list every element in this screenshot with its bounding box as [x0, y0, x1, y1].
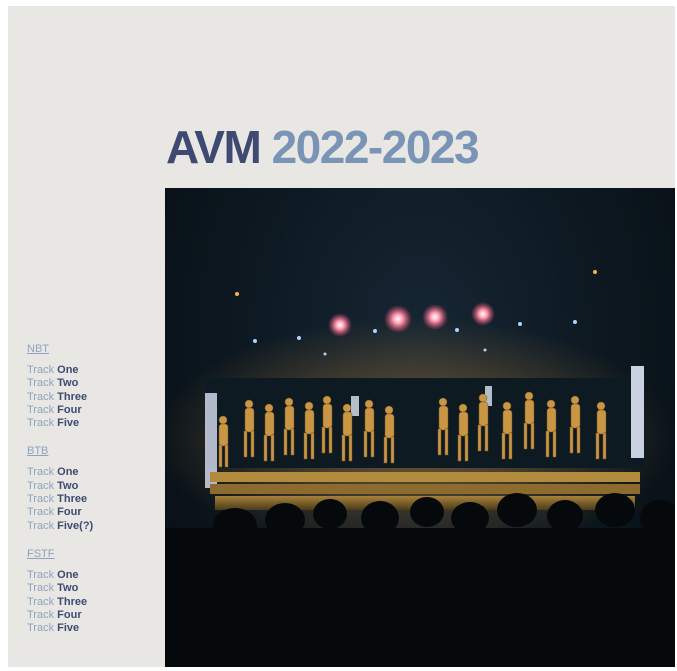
track-item: Track One — [27, 569, 157, 582]
track-number: Two — [57, 582, 79, 595]
track-item: Track Three — [27, 596, 157, 609]
track-number: Two — [57, 479, 79, 492]
album-cover: AVM 2022-2023 NBT Track One Track Two Tr… — [8, 6, 675, 667]
track-item: Track One — [27, 364, 157, 377]
tracklist-section-btb: BTB Track One Track Two Track Three Trac… — [27, 444, 157, 532]
track-item: Track Four — [27, 609, 157, 622]
track-item: Track Five — [27, 417, 157, 430]
track-item: Track Four — [27, 506, 157, 519]
track-prefix: Track — [27, 466, 55, 479]
track-number: Four — [57, 403, 82, 416]
tracklist-section-nbt: NBT Track One Track Two Track Three Trac… — [27, 342, 157, 430]
track-prefix: Track — [27, 390, 55, 403]
section-label: NBT — [27, 343, 49, 355]
album-title-years: 2022-2023 — [271, 121, 480, 173]
track-prefix: Track — [27, 364, 55, 376]
stage-photo — [165, 188, 675, 667]
track-item: Track Three — [27, 391, 157, 404]
track-item: Track Two — [27, 480, 157, 493]
track-prefix: Track — [27, 582, 55, 595]
track-prefix: Track — [27, 608, 55, 621]
album-title-avm: AVM — [166, 121, 262, 173]
track-prefix: Track — [27, 479, 55, 492]
track-item: Track One — [27, 466, 157, 479]
track-prefix: Track — [27, 377, 55, 390]
track-item: Track Three — [27, 493, 157, 506]
track-number: Five(?) — [57, 519, 94, 532]
track-number: Three — [57, 493, 88, 506]
section-label: FSTF — [27, 547, 55, 560]
album-title: AVM 2022-2023 — [166, 121, 480, 173]
track-prefix: Track — [27, 519, 55, 532]
track-number: Three — [57, 595, 88, 608]
tracklist: NBT Track One Track Two Track Three Trac… — [27, 342, 157, 649]
track-item: Track Two — [27, 582, 157, 595]
track-number: Five — [57, 622, 80, 635]
track-prefix: Track — [27, 493, 55, 506]
track-prefix: Track — [27, 568, 55, 581]
track-number: One — [57, 466, 79, 479]
section-label: BTB — [27, 445, 49, 458]
track-prefix: Track — [27, 506, 55, 519]
track-item: Track Four — [27, 404, 157, 417]
track-item: Track Two — [27, 377, 157, 390]
tracklist-section-fstf: FSTF Track One Track Two Track Three Tra… — [27, 547, 157, 635]
track-number: Four — [57, 506, 82, 519]
track-prefix: Track — [27, 595, 55, 608]
stage-performance-image — [165, 270, 675, 667]
track-prefix: Track — [27, 622, 55, 635]
track-number: Four — [57, 608, 82, 621]
track-number: Three — [57, 390, 88, 403]
track-prefix: Track — [27, 403, 55, 416]
track-number: One — [57, 568, 79, 581]
track-number: Five — [57, 417, 80, 430]
track-item: Track Five — [27, 622, 157, 635]
track-number: Two — [57, 377, 79, 390]
track-item: Track Five(?) — [27, 520, 157, 533]
track-number: One — [57, 364, 79, 376]
track-prefix: Track — [27, 417, 55, 430]
